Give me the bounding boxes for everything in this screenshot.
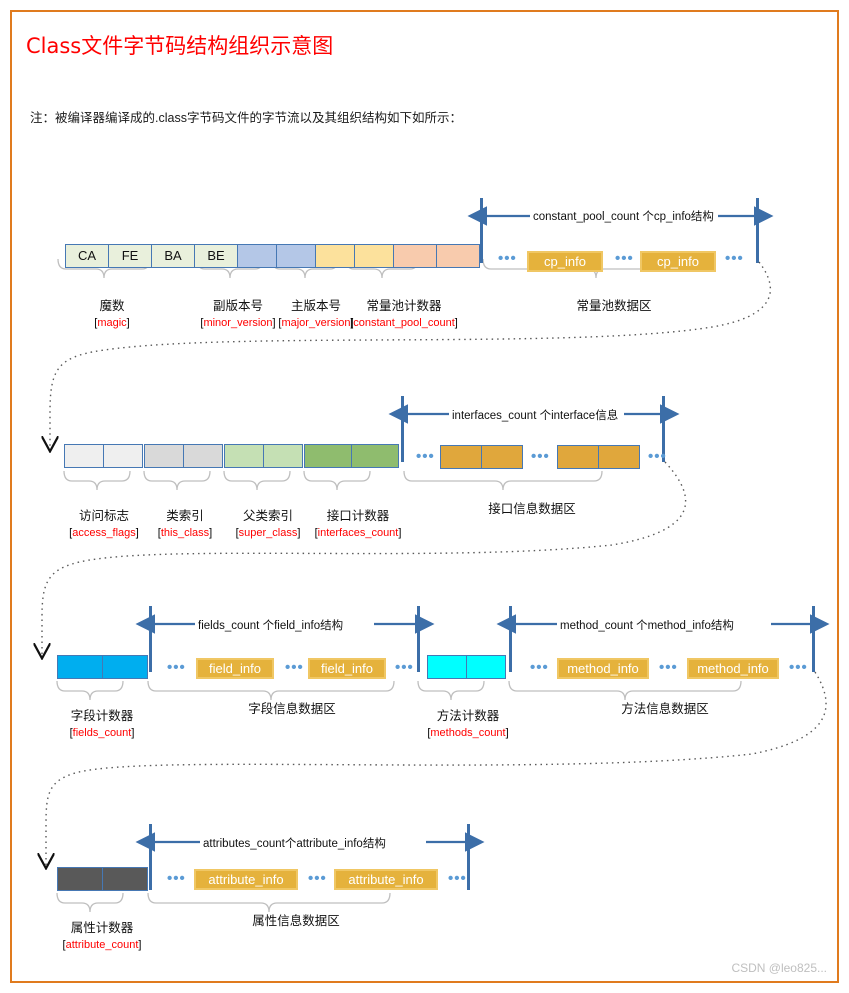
field-info-box-1: field_info (308, 658, 386, 679)
ellipsis-dots: ••• (395, 659, 414, 676)
region-measure-interfaces: interfaces_count 个interface信息 (449, 407, 622, 423)
ellipsis-dots: ••• (789, 659, 808, 676)
byte-cell-major-1 (354, 244, 394, 268)
byte-cell-fields-count-0 (57, 655, 103, 679)
interface-cell-1 (481, 445, 523, 469)
byte-cell-fields-count-1 (102, 655, 148, 679)
group-label-en: [interfaces_count] (314, 527, 402, 539)
region-measure-fields: fields_count 个field_info结构 (195, 617, 347, 633)
byte-cell-this-class-1 (183, 444, 223, 468)
ellipsis-dots: ••• (416, 448, 435, 465)
byte-cell-major-0 (315, 244, 355, 268)
group-label-en: [fields_count] (69, 727, 135, 739)
method-info-box-1: method_info (687, 658, 779, 679)
byte-cell-access-flags-1 (103, 444, 143, 468)
byte-cell-cpcount-0 (393, 244, 437, 268)
group-label-attribute-count: 属性计数器 [attribute_count] (40, 921, 164, 953)
group-label-fields-count: 字段计数器 [fields_count] (42, 709, 162, 741)
diagram-page: Class文件字节码结构组织示意图 注：被编译器编译成的.class字节码文件的… (10, 10, 839, 983)
byte-value: FE (121, 248, 139, 263)
interface-cell-0 (440, 445, 482, 469)
diagram-connectors (12, 198, 830, 913)
byte-cell-methods-count-0 (427, 655, 467, 679)
group-label-magic: 魔数 [magic] (52, 299, 172, 331)
group-label-constant-pool-count: 常量池计数器 [constant_pool_count] (334, 299, 474, 331)
group-label-cn: 字段计数器 (70, 709, 134, 723)
byte-cell-cpcount-1 (436, 244, 480, 268)
ellipsis-dots: ••• (498, 250, 517, 267)
group-label-en: [attribute_count] (62, 939, 142, 951)
byte-cell-magic-3: BE (194, 244, 238, 268)
byte-cell-this-class-0 (144, 444, 184, 468)
byte-value: BA (164, 248, 182, 263)
byte-cell-minor-0 (237, 244, 277, 268)
ellipsis-dots: ••• (448, 870, 467, 887)
region-label-attributes: 属性信息数据区 (221, 914, 371, 929)
ellipsis-dots: ••• (530, 659, 549, 676)
ellipsis-dots: ••• (285, 659, 304, 676)
byte-cell-magic-2: BA (151, 244, 195, 268)
ellipsis-dots: ••• (308, 870, 327, 887)
byte-cell-interfaces-count-0 (304, 444, 352, 468)
group-label-methods-count: 方法计数器 [methods_count] (406, 709, 530, 741)
ellipsis-dots: ••• (615, 250, 634, 267)
interface-cell-2 (557, 445, 599, 469)
method-info-box-0: method_info (557, 658, 649, 679)
ellipsis-dots: ••• (531, 448, 550, 465)
byte-cell-super-class-0 (224, 444, 264, 468)
attribute-info-box-1: attribute_info (334, 869, 438, 890)
ellipsis-dots: ••• (648, 448, 667, 465)
byte-cell-attribute-count-1 (102, 867, 148, 891)
region-label-constant-pool: 常量池数据区 (539, 299, 689, 314)
region-label-cn: 方法信息数据区 (621, 702, 709, 716)
group-label-en: [magic] (94, 317, 130, 329)
group-label-en: [constant_pool_count] (350, 317, 458, 329)
cp-info-box-0: cp_info (527, 251, 603, 272)
region-measure-constant-pool: constant_pool_count 个cp_info结构 (530, 208, 717, 224)
region-label-cn: 接口信息数据区 (488, 502, 576, 516)
group-label-cn: 接口计数器 (326, 509, 390, 523)
ellipsis-dots: ••• (167, 870, 186, 887)
byte-cell-attribute-count-0 (57, 867, 103, 891)
region-measure-methods: method_count 个method_info结构 (557, 617, 737, 633)
watermark: CSDN @leo825... (731, 961, 827, 975)
group-label-en: [methods_count] (427, 727, 509, 739)
byte-cell-access-flags-0 (64, 444, 104, 468)
group-label-cn: 方法计数器 (436, 709, 500, 723)
byte-cell-magic-1: FE (108, 244, 152, 268)
byte-cell-interfaces-count-1 (351, 444, 399, 468)
region-label-methods: 方法信息数据区 (590, 702, 740, 717)
region-label-interfaces: 接口信息数据区 (457, 502, 607, 517)
ellipsis-dots: ••• (659, 659, 678, 676)
ellipsis-dots: ••• (725, 250, 744, 267)
region-label-cn: 属性信息数据区 (252, 914, 340, 928)
group-label-cn: 常量池计数器 (366, 299, 442, 313)
interface-cell-3 (598, 445, 640, 469)
byte-cell-super-class-1 (263, 444, 303, 468)
byte-value: BE (207, 248, 225, 263)
group-label-interfaces-count: 接口计数器 [interfaces_count] (292, 509, 424, 541)
field-info-box-0: field_info (196, 658, 274, 679)
group-label-cn: 魔数 (99, 299, 125, 313)
attribute-info-box-0: attribute_info (194, 869, 298, 890)
byte-cell-minor-1 (276, 244, 316, 268)
region-label-fields: 字段信息数据区 (217, 702, 367, 717)
region-label-cn: 常量池数据区 (576, 299, 652, 313)
ellipsis-dots: ••• (167, 659, 186, 676)
group-label-cn: 属性计数器 (70, 921, 134, 935)
byte-cell-magic-0: CA (65, 244, 109, 268)
byte-value: CA (77, 248, 97, 263)
region-label-cn: 字段信息数据区 (248, 702, 336, 716)
byte-cell-methods-count-1 (466, 655, 506, 679)
cp-info-box-1: cp_info (640, 251, 716, 272)
region-measure-attributes: attributes_count个attribute_info结构 (200, 835, 389, 851)
